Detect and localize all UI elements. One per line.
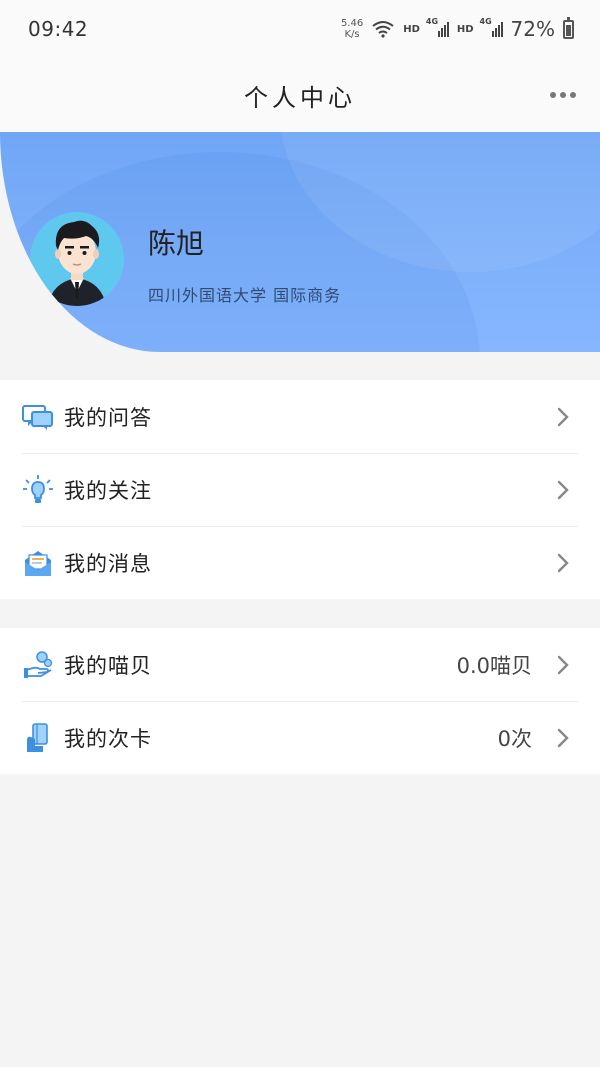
menu-item-label: 我的喵贝 <box>64 653 152 678</box>
profile-school: 四川外国语大学 国际商务 <box>148 286 342 305</box>
envelope-icon <box>22 547 54 579</box>
hd-badge-1: HD <box>403 23 420 35</box>
menu-item-label: 我的关注 <box>64 478 152 503</box>
more-dots-icon[interactable] <box>550 92 576 98</box>
menu-item-label: 我的消息 <box>64 551 152 576</box>
hd-badge-2: HD <box>456 23 474 35</box>
chevron-right-icon <box>557 728 569 747</box>
chevron-right-icon <box>557 553 569 572</box>
battery-percent: 72% <box>510 17 555 41</box>
menu-item-qa[interactable]: 我的问答 <box>0 380 600 453</box>
network-speed: 5.46 K/s <box>340 18 364 40</box>
profile-name: 陈旭 <box>148 227 205 260</box>
signal-icon-2: 4G <box>480 17 503 37</box>
card-hand-icon <box>22 722 54 754</box>
menu-item-punch-card[interactable]: 我的次卡 0次 <box>0 701 600 774</box>
miaobei-balance: 0.0喵贝 <box>456 653 532 678</box>
page-title: 个人中心 <box>244 83 356 112</box>
battery-icon <box>563 16 574 39</box>
signal-icon-1: 4G <box>426 17 449 37</box>
avatar[interactable] <box>30 212 124 306</box>
menu-item-messages[interactable]: 我的消息 <box>0 526 600 599</box>
menu-item-miaobei[interactable]: 我的喵贝 0.0喵贝 <box>0 628 600 701</box>
punch-card-count: 0次 <box>497 726 532 751</box>
menu-group-primary: 我的问答 我的关注 我的消息 <box>0 380 600 599</box>
coins-hand-icon <box>22 649 54 681</box>
chevron-right-icon <box>557 655 569 674</box>
chevron-right-icon <box>557 407 569 426</box>
title-bar: 个人中心 <box>0 58 600 132</box>
status-bar: 09:42 5.46 K/s HD 4G HD 4G 72% <box>0 0 600 58</box>
status-time: 09:42 <box>28 17 89 41</box>
status-icons: 5.46 K/s HD 4G HD 4G 72% <box>340 16 574 41</box>
chat-bubbles-icon <box>22 401 54 433</box>
menu-item-following[interactable]: 我的关注 <box>0 453 600 526</box>
menu-group-wallet: 我的喵贝 0.0喵贝 我的次卡 0次 <box>0 628 600 774</box>
menu-item-label: 我的次卡 <box>64 726 152 751</box>
wifi-icon <box>372 21 394 38</box>
cartoon-man-avatar-icon <box>48 220 106 306</box>
lightbulb-icon <box>22 474 54 506</box>
profile-header: 陈旭 四川外国语大学 国际商务 <box>0 132 600 352</box>
menu-item-label: 我的问答 <box>64 405 152 430</box>
chevron-right-icon <box>557 480 569 499</box>
